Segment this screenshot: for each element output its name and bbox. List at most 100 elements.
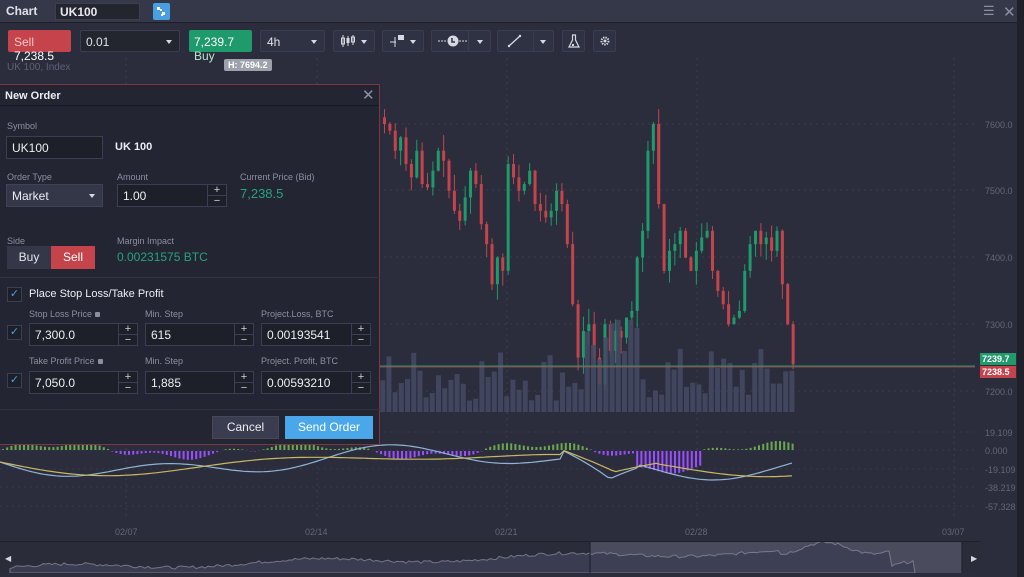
histogram-bar [661,451,664,473]
minus-icon[interactable]: − [119,382,137,394]
chevron-down-icon [361,40,367,44]
chart-type-dropdown[interactable] [333,30,375,52]
candle-body [555,190,559,211]
histogram-bar [699,451,702,466]
histogram-bar [669,451,672,474]
plus-icon[interactable]: + [119,324,137,335]
plus-icon[interactable]: + [235,324,253,335]
stepper-buttons[interactable]: + − [351,324,370,346]
histogram-bar [186,451,189,460]
volume-bar [479,361,485,412]
candle-body [517,177,521,191]
timeframe-select[interactable]: 4h [260,30,325,52]
histogram-bar [783,441,786,450]
sell-button[interactable]: Sell 7,238.5 [8,30,71,63]
candle-body [587,324,591,331]
candle-body [662,204,666,271]
replay-dropdown[interactable] [431,30,491,52]
histogram-bar [455,451,458,456]
volume-bar [591,344,596,412]
candlestick-chart-icon [341,35,355,47]
histogram-bar [497,444,500,450]
symbol-field[interactable]: UK100 [6,136,103,159]
projected-loss-label: Project.Loss, BTC [261,309,334,319]
candle-body [544,210,548,218]
stop-loss-checkbox[interactable]: ✓ [7,325,22,340]
candle-body [753,230,757,245]
settings-button[interactable] [593,30,616,52]
send-order-button[interactable]: Send Order [285,416,373,439]
histogram-bar [136,451,139,455]
candle-body [791,324,795,365]
close-icon[interactable]: ✕ [362,86,375,104]
quantity-value: 0.01 [86,35,110,49]
candle-body [657,124,661,205]
drawing-tools-dropdown[interactable] [497,30,554,52]
minus-icon[interactable]: − [119,334,137,346]
indicators-dropdown[interactable] [382,30,424,52]
amount-stepper-buttons[interactable]: + − [207,185,226,207]
take-profit-checkbox[interactable]: ✓ [7,373,22,388]
histogram-bar [31,444,34,450]
cancel-button[interactable]: Cancel [212,416,279,439]
plus-icon[interactable]: + [235,372,253,383]
strategy-tester-button[interactable] [562,30,585,52]
side-buy-button[interactable]: Buy [7,246,51,269]
chart-navigator[interactable]: ◀ ▶ [0,541,980,573]
link-nodes-icon[interactable] [153,3,170,20]
stop-loss-price-stepper[interactable]: 7,300.0 + − [29,323,138,346]
histogram-bar [585,447,588,450]
volume-bar [684,386,689,412]
plus-icon[interactable]: + [352,372,370,383]
minus-icon[interactable]: − [352,334,370,346]
bid-price-tag: 7238.5 [980,366,1016,378]
close-icon[interactable]: ✕ [1003,3,1016,21]
histogram-bar [65,445,67,450]
minus-icon[interactable]: − [208,195,226,207]
histogram-bar [422,451,424,456]
histogram-bar [745,448,748,450]
candle-body [667,250,671,271]
window-edge [1017,0,1024,577]
histogram-bar [770,441,773,450]
hamburger-icon[interactable]: ☰ [983,4,995,17]
scroll-left-icon[interactable]: ◀ [5,554,11,563]
plus-icon[interactable]: + [352,324,370,335]
take-profit-price-stepper[interactable]: 7,050.0 + − [29,371,138,394]
side-sell-button[interactable]: Sell [51,246,95,269]
volume-bar [516,389,522,412]
candle-body [646,150,650,231]
stepper-buttons[interactable]: + − [118,372,137,394]
chevron-down-icon [540,40,546,44]
histogram-bar [724,448,727,450]
symbol-search-input[interactable] [55,3,140,20]
minus-icon[interactable]: − [235,382,253,394]
histogram-bar [224,449,227,450]
amount-stepper[interactable]: 1.00 + − [117,184,227,207]
order-type-select[interactable]: Market [6,184,103,207]
plus-icon[interactable]: + [119,372,137,383]
minus-icon[interactable]: − [352,382,370,394]
histogram-bar [35,445,38,450]
histogram-bar [741,449,744,450]
histogram-bar [52,447,55,450]
stop-loss-step-stepper[interactable]: 615 + − [145,323,254,346]
histogram-bar [102,447,105,450]
plus-icon[interactable]: + [208,185,226,196]
stepper-buttons[interactable]: + − [234,324,253,346]
stepper-buttons[interactable]: + − [234,372,253,394]
stepper-buttons[interactable]: + − [351,372,370,394]
scroll-right-icon[interactable]: ▶ [971,554,977,563]
histogram-bar [774,441,777,450]
quantity-select[interactable]: 0.01 [80,30,180,52]
minus-icon[interactable]: − [235,334,253,346]
histogram-bar [384,451,387,456]
projected-profit-stepper[interactable]: 0.00593210 + − [261,371,371,394]
projected-loss-stepper[interactable]: 0.00193541 + − [261,323,371,346]
histogram-bar [623,451,626,455]
take-profit-step-stepper[interactable]: 1,885 + − [145,371,254,394]
stepper-buttons[interactable]: + − [118,324,137,346]
volume-bar [504,396,510,412]
buy-button[interactable]: 7,239.7 Buy [189,30,252,63]
sltp-checkbox[interactable]: ✓ [7,287,22,302]
